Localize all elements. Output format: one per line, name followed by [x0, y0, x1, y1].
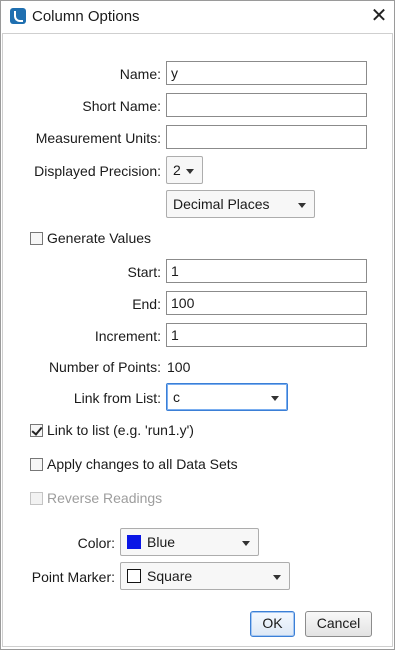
start-input[interactable]: 1 [166, 259, 367, 283]
column-options-dialog: Column Options ✕ Name: y Short Name: Mea… [0, 0, 395, 650]
chevron-down-icon [186, 169, 194, 174]
app-logo-icon [10, 8, 26, 24]
apply-all-checkbox[interactable] [30, 458, 43, 471]
color-dropdown[interactable]: Blue [120, 528, 259, 556]
short-name-label: Short Name: [82, 98, 161, 114]
link-from-list-value: c [173, 389, 180, 405]
displayed-precision-value: 2 [173, 162, 181, 178]
point-marker-label: Point Marker: [31, 569, 115, 585]
number-of-points-value: 100 [167, 359, 191, 375]
measurement-units-input[interactable] [166, 125, 367, 149]
link-from-list-dropdown[interactable]: c [166, 383, 288, 411]
link-from-list-label: Link from List: [73, 390, 161, 406]
name-label: Name: [119, 66, 161, 82]
increment-label: Increment: [94, 328, 161, 344]
reverse-readings-checkbox [30, 492, 43, 505]
increment-input[interactable]: 1 [166, 323, 367, 347]
chevron-down-icon [273, 575, 281, 580]
start-label: Start: [127, 264, 161, 280]
reverse-readings-label: Reverse Readings [47, 490, 163, 506]
ok-button[interactable]: OK [250, 611, 295, 637]
displayed-precision-label: Displayed Precision: [34, 163, 161, 179]
generate-values-checkbox[interactable] [30, 232, 43, 245]
displayed-precision-dropdown[interactable]: 2 [166, 156, 203, 184]
color-value: Blue [147, 534, 176, 550]
point-marker-dropdown[interactable]: Square [120, 562, 290, 590]
point-marker-value: Square [147, 568, 193, 584]
precision-mode-value: Decimal Places [173, 196, 270, 212]
chevron-down-icon [242, 541, 250, 546]
cancel-button[interactable]: Cancel [305, 611, 372, 637]
dialog-body: Name: y Short Name: Measurement Units: D… [2, 33, 393, 647]
end-input[interactable]: 100 [166, 291, 367, 315]
color-label: Color: [77, 535, 115, 551]
end-label: End: [132, 296, 161, 312]
precision-mode-dropdown[interactable]: Decimal Places [166, 190, 315, 218]
name-input[interactable]: y [166, 61, 367, 85]
generate-values-label: Generate Values [47, 230, 152, 246]
short-name-input[interactable] [166, 93, 367, 117]
window-title: Column Options [32, 8, 140, 25]
apply-all-label: Apply changes to all Data Sets [47, 456, 238, 472]
link-to-list-checkbox[interactable] [30, 424, 43, 437]
chevron-down-icon [271, 396, 279, 401]
close-icon[interactable]: ✕ [369, 6, 389, 26]
color-swatch [127, 535, 141, 549]
measurement-units-label: Measurement Units: [35, 130, 161, 146]
chevron-down-icon [298, 203, 306, 208]
link-to-list-label: Link to list (e.g. 'run1.y') [47, 422, 194, 438]
number-of-points-label: Number of Points: [48, 359, 161, 375]
square-marker-icon [127, 569, 141, 583]
title-bar: Column Options ✕ [1, 1, 394, 32]
